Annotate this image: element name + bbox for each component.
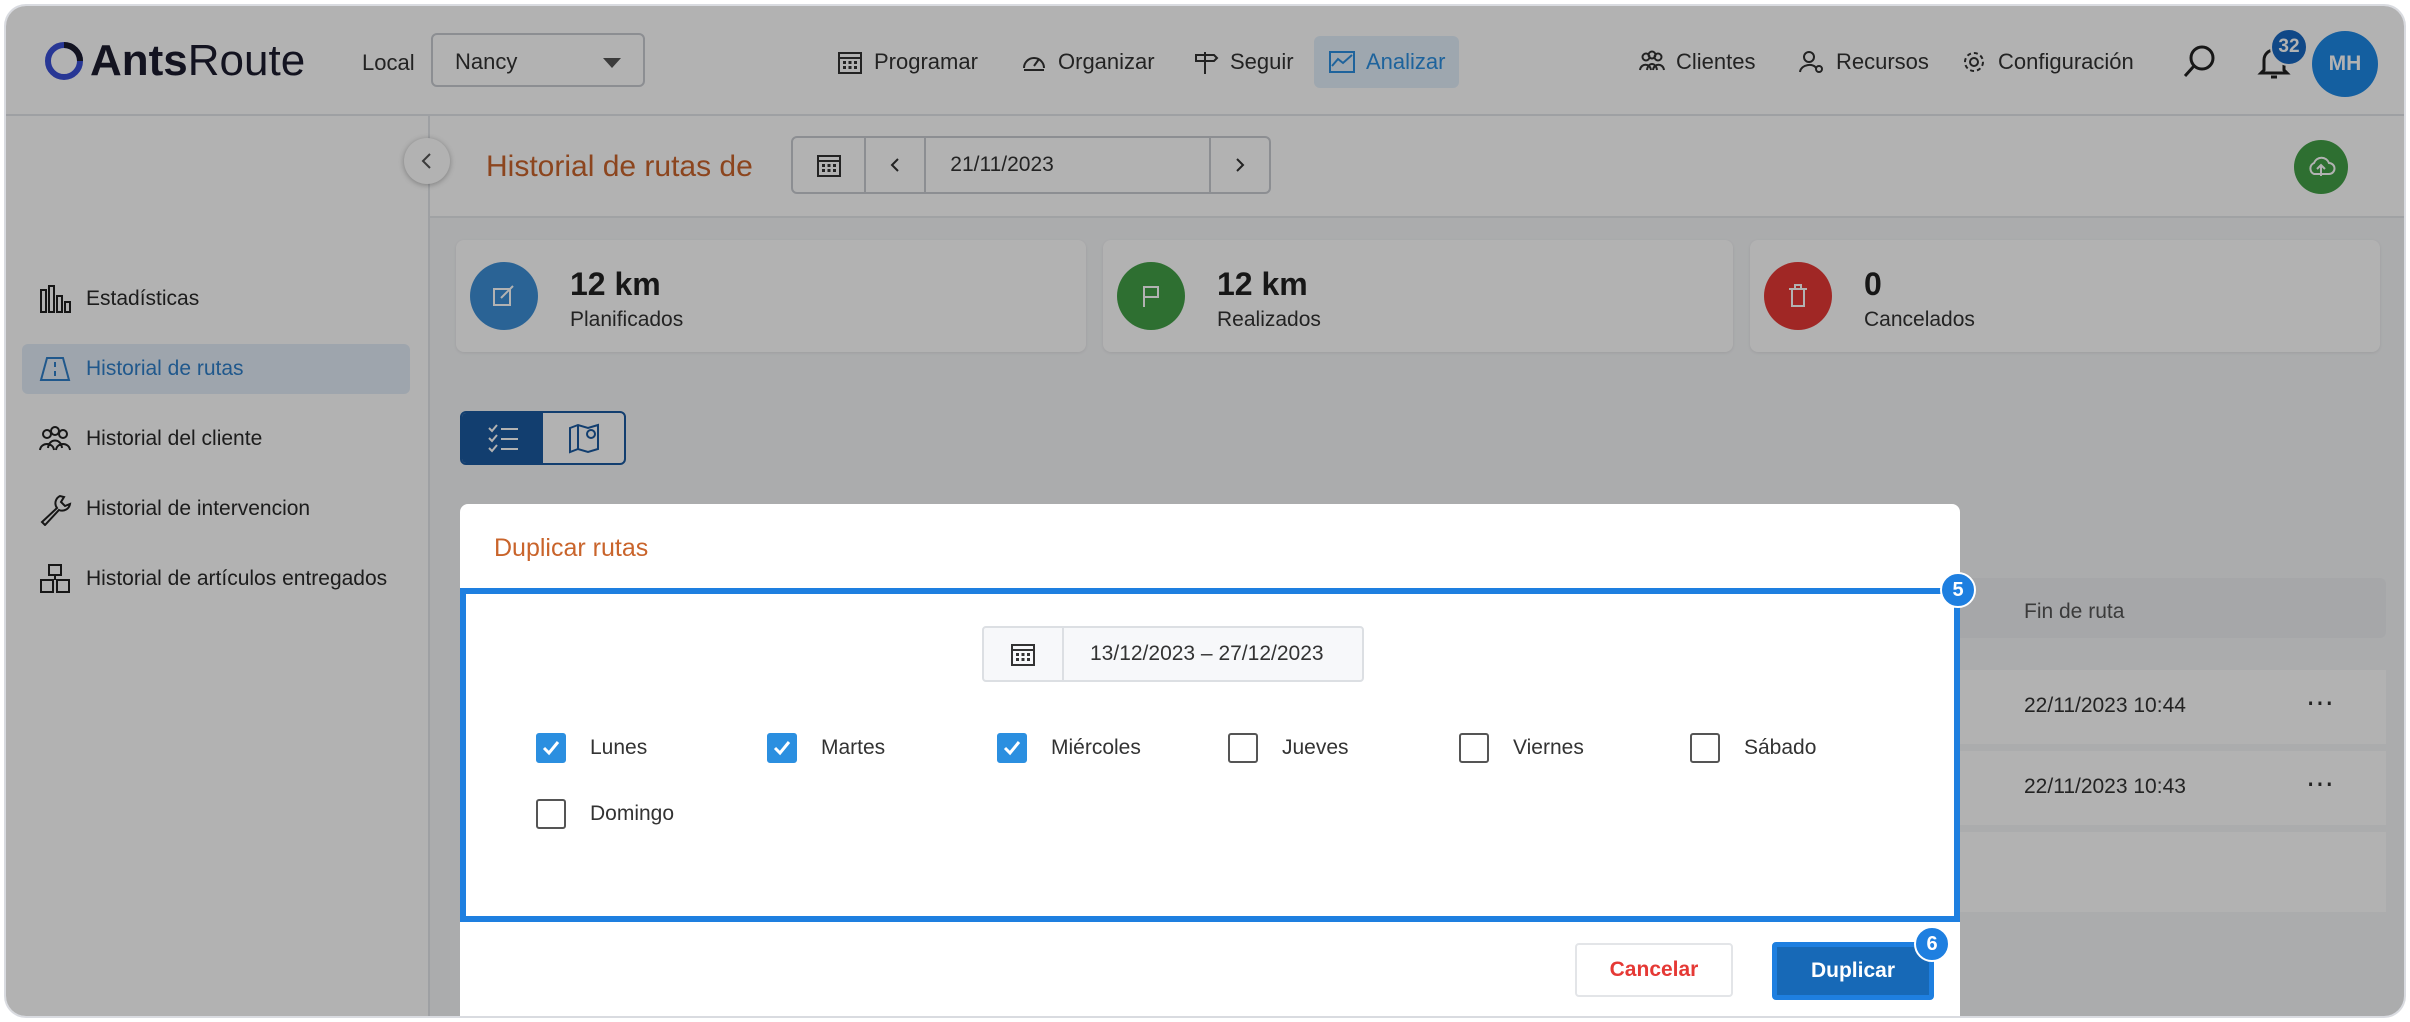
day-checkbox-sabado[interactable]: Sábado xyxy=(1690,733,1816,763)
checkbox-checked[interactable] xyxy=(536,733,566,763)
day-label: Sábado xyxy=(1744,736,1817,759)
checkbox-unchecked[interactable] xyxy=(1690,733,1720,763)
day-label: Jueves xyxy=(1282,736,1349,759)
day-label: Martes xyxy=(821,736,886,759)
day-checkbox-domingo[interactable]: Domingo xyxy=(536,799,674,829)
calendar-icon xyxy=(1011,644,1035,666)
date-range-value: 13/12/2023 – 27/12/2023 xyxy=(1090,642,1324,665)
day-checkbox-lunes[interactable]: Lunes xyxy=(536,733,647,763)
cancel-button[interactable]: Cancelar xyxy=(1575,943,1733,997)
day-checkbox-jueves[interactable]: Jueves xyxy=(1228,733,1349,763)
app-window: Ants Route Local Nancy Programar Organiza… xyxy=(6,6,2404,1016)
step-marker-5: 5 xyxy=(1940,572,1976,608)
duplicate-button[interactable]: Duplicar xyxy=(1772,942,1934,1000)
day-checkbox-viernes[interactable]: Viernes xyxy=(1459,733,1584,763)
checkbox-unchecked[interactable] xyxy=(536,799,566,829)
dialog-title: Duplicar rutas xyxy=(494,534,649,562)
check-icon xyxy=(1003,741,1021,756)
checkbox-unchecked[interactable] xyxy=(1459,733,1489,763)
check-icon xyxy=(542,741,560,756)
step-marker-6: 6 xyxy=(1914,926,1950,962)
day-label: Domingo xyxy=(590,802,675,825)
day-label: Viernes xyxy=(1513,736,1584,759)
day-checkbox-miercoles[interactable]: Miércoles xyxy=(997,733,1141,763)
day-label: Lunes xyxy=(590,736,648,759)
day-checkbox-martes[interactable]: Martes xyxy=(767,733,885,763)
checkbox-checked[interactable] xyxy=(767,733,797,763)
check-icon xyxy=(773,741,791,756)
checkbox-unchecked[interactable] xyxy=(1228,733,1258,763)
date-range-picker[interactable]: 13/12/2023 – 27/12/2023 xyxy=(982,626,1364,682)
date-range-calendar-button[interactable] xyxy=(984,628,1064,680)
checkbox-checked[interactable] xyxy=(997,733,1027,763)
day-label: Miércoles xyxy=(1051,736,1141,759)
